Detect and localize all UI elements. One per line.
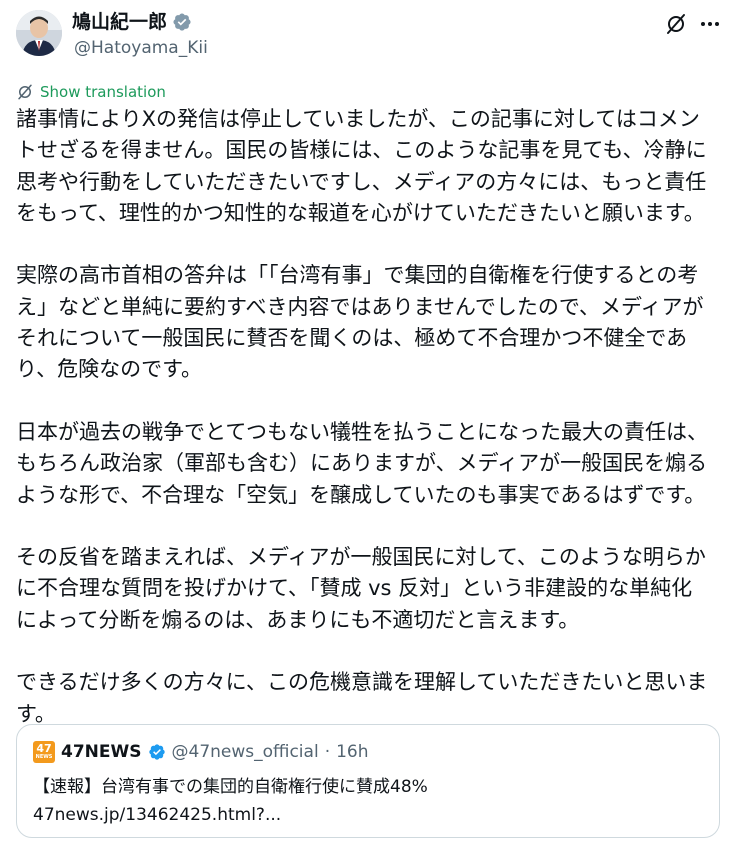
paragraph: その反省を踏まえれば、メディアが一般国民に対して、このような明らか に不合理な質… xyxy=(16,542,722,636)
translate-icon xyxy=(16,83,34,101)
quoted-post[interactable]: 47 NEWS 47NEWS @47news_official · 16h 【速… xyxy=(16,724,720,838)
body-line: 思考や行動をしていただきたいですし、メディアの方々には、もっと責任 xyxy=(16,169,707,194)
paragraph: 実際の高市首相の答弁は「「台湾有事」で集団的自衛権を行使するとの考 え」などと単… xyxy=(16,260,722,385)
verified-badge-icon[interactable] xyxy=(172,12,192,32)
body-line: トせざるを得ません。国民の皆様には、このような記事を見ても、冷静に xyxy=(16,138,707,163)
grok-icon[interactable] xyxy=(664,12,688,36)
author-display-name[interactable]: 鳩山紀一郎 xyxy=(72,10,192,34)
body-line: に不合理な質問を投げかけて、「賛成 vs 反対」という非建設的な単純化 xyxy=(16,576,693,601)
display-name-text[interactable]: 鳩山紀一郎 xyxy=(72,10,167,34)
more-icon[interactable] xyxy=(698,12,722,36)
quoted-author-handle[interactable]: @47news_official xyxy=(172,742,319,762)
paragraph: 諸事情によりXの発信は停止していましたが、この記事に対してはコメン トせざるを得… xyxy=(16,104,722,229)
quoted-author-name[interactable]: 47NEWS xyxy=(61,742,142,762)
post-body: 諸事情によりXの発信は停止していましたが、この記事に対してはコメン トせざるを得… xyxy=(16,104,722,730)
body-line: り、危険なのです。 xyxy=(16,357,203,382)
avatar[interactable] xyxy=(16,10,62,56)
body-line: 日本が過去の戦争でとてつもない犠牲を払うことになった最大の責任は、 xyxy=(16,419,708,444)
separator-dot: · xyxy=(324,742,331,762)
paragraph: できるだけ多くの方々に、この危機意識を理解していただきたいと思いま す。 xyxy=(16,667,722,730)
quoted-post-text: 【速報】台湾有事での集団的自衛権行使に賛成48% xyxy=(33,777,428,797)
verified-badge-icon xyxy=(148,743,166,761)
news-logo-number: 47 xyxy=(36,742,52,755)
quoted-post-time[interactable]: 16h xyxy=(336,742,368,762)
show-translation-label[interactable]: Show translation xyxy=(40,82,166,102)
body-line: その反省を踏まえれば、メディアが一般国民に対して、このような明らか xyxy=(16,545,706,570)
quoted-post-link[interactable]: 47news.jp/13462425.html?... xyxy=(33,803,281,827)
quoted-post-header: 47 NEWS 47NEWS @47news_official · 16h xyxy=(33,741,369,763)
show-translation-link[interactable]: Show translation xyxy=(16,82,166,102)
news-logo-sub: NEWS xyxy=(35,754,53,760)
body-line: もちろん政治家（軍部も含む）にありますが、メディアが一般国民を煽る xyxy=(16,451,708,476)
body-line: 諸事情によりXの発信は停止していましたが、この記事に対してはコメン xyxy=(16,107,700,131)
body-line: 実際の高市首相の答弁は「「台湾有事」で集団的自衛権を行使するとの考 xyxy=(16,263,699,288)
body-line: それについて一般国民に賛否を聞くのは、極めて不合理かつ不健全であ xyxy=(16,326,688,351)
body-line: できるだけ多くの方々に、この危機意識を理解していただきたいと思いま xyxy=(16,670,708,695)
author-handle[interactable]: @Hatoyama_Kii xyxy=(74,37,208,59)
paragraph: 日本が過去の戦争でとてつもない犠牲を払うことになった最大の責任は、 もちろん政治… xyxy=(16,417,722,511)
news-logo: 47 NEWS xyxy=(33,741,55,763)
body-line: ような形で、不合理な「空気」を醸成していたのも事実であるはずです。 xyxy=(16,482,706,507)
body-line: え」などと単純に要約すべき内容ではありませんでしたので、メディアが xyxy=(16,294,704,319)
body-line: をもって、理性的かつ知性的な報道を心がけていただきたいと願います。 xyxy=(16,200,705,225)
body-line: によって分断を煽るのは、あまりにも不適切だと言えます。 xyxy=(16,607,580,632)
